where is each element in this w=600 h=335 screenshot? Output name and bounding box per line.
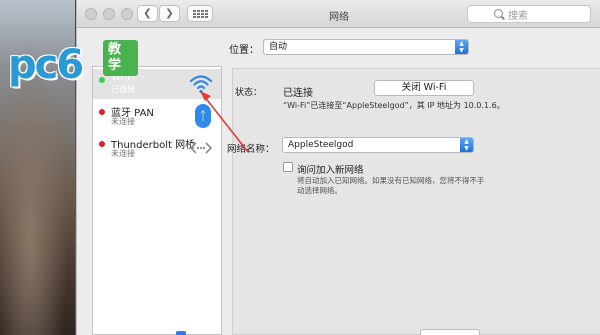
service-item-thunderbolt-bridge[interactable]: Thunderbolt 网桥 未连接 xyxy=(93,133,221,163)
ask-join-description: 将自动加入已知网络。如果没有已知网络，您将不得不手动选择网络。 xyxy=(297,176,485,195)
search-input[interactable]: 搜索 xyxy=(467,5,591,23)
service-status: 未连接 xyxy=(111,117,135,126)
chevron-updown-icon: ▲ ▼ xyxy=(455,40,468,54)
ask-join-label: 询问加入新网络 xyxy=(297,165,364,176)
status-dot-disconnected xyxy=(99,141,105,147)
service-item-bluetooth-pan[interactable]: 蓝牙 PAN 未连接 ᛏ xyxy=(93,101,221,131)
location-select[interactable]: 自动 ▲ ▼ xyxy=(263,39,469,55)
turn-off-wifi-button[interactable]: 关闭 Wi-Fi xyxy=(374,80,474,96)
service-list: Wi-Fi 已连接 蓝牙 PAN 未连接 ᛏ Thunderbolt 网桥 未连… xyxy=(92,66,222,335)
location-value: 自动 xyxy=(269,42,288,52)
pc6-watermark-logo: pc6 教学 xyxy=(8,40,138,100)
chevron-updown-icon: ▲ ▼ xyxy=(460,138,473,152)
network-name-label: 网络名称： xyxy=(227,144,275,155)
thunderbolt-bridge-icon xyxy=(189,142,213,154)
status-description: “Wi-Fi”已连接至“AppleSteelgod”，其 IP 地址为 10.0… xyxy=(283,101,505,110)
watermark-brand: pc6 xyxy=(8,42,84,88)
show-wifi-status-checkbox[interactable] xyxy=(176,331,186,335)
network-name-select[interactable]: AppleSteelgod ▲ ▼ xyxy=(282,137,474,153)
title-bar: ❮ ❯ 网络 搜索 xyxy=(77,0,600,28)
ask-join-checkbox[interactable] xyxy=(283,162,293,172)
wifi-icon xyxy=(189,75,213,94)
watermark-badge: 教学 xyxy=(103,40,138,76)
location-label: 位置： xyxy=(229,45,259,56)
status-value: 已连接 xyxy=(283,88,313,99)
network-name-value: AppleSteelgod xyxy=(288,140,354,150)
search-icon xyxy=(494,9,503,18)
advanced-button[interactable] xyxy=(420,329,480,335)
service-status: 未连接 xyxy=(111,149,135,158)
bluetooth-icon: ᛏ xyxy=(195,104,211,128)
status-label: 状态： xyxy=(235,88,263,98)
status-dot-disconnected xyxy=(99,109,105,115)
search-placeholder: 搜索 xyxy=(508,10,528,22)
